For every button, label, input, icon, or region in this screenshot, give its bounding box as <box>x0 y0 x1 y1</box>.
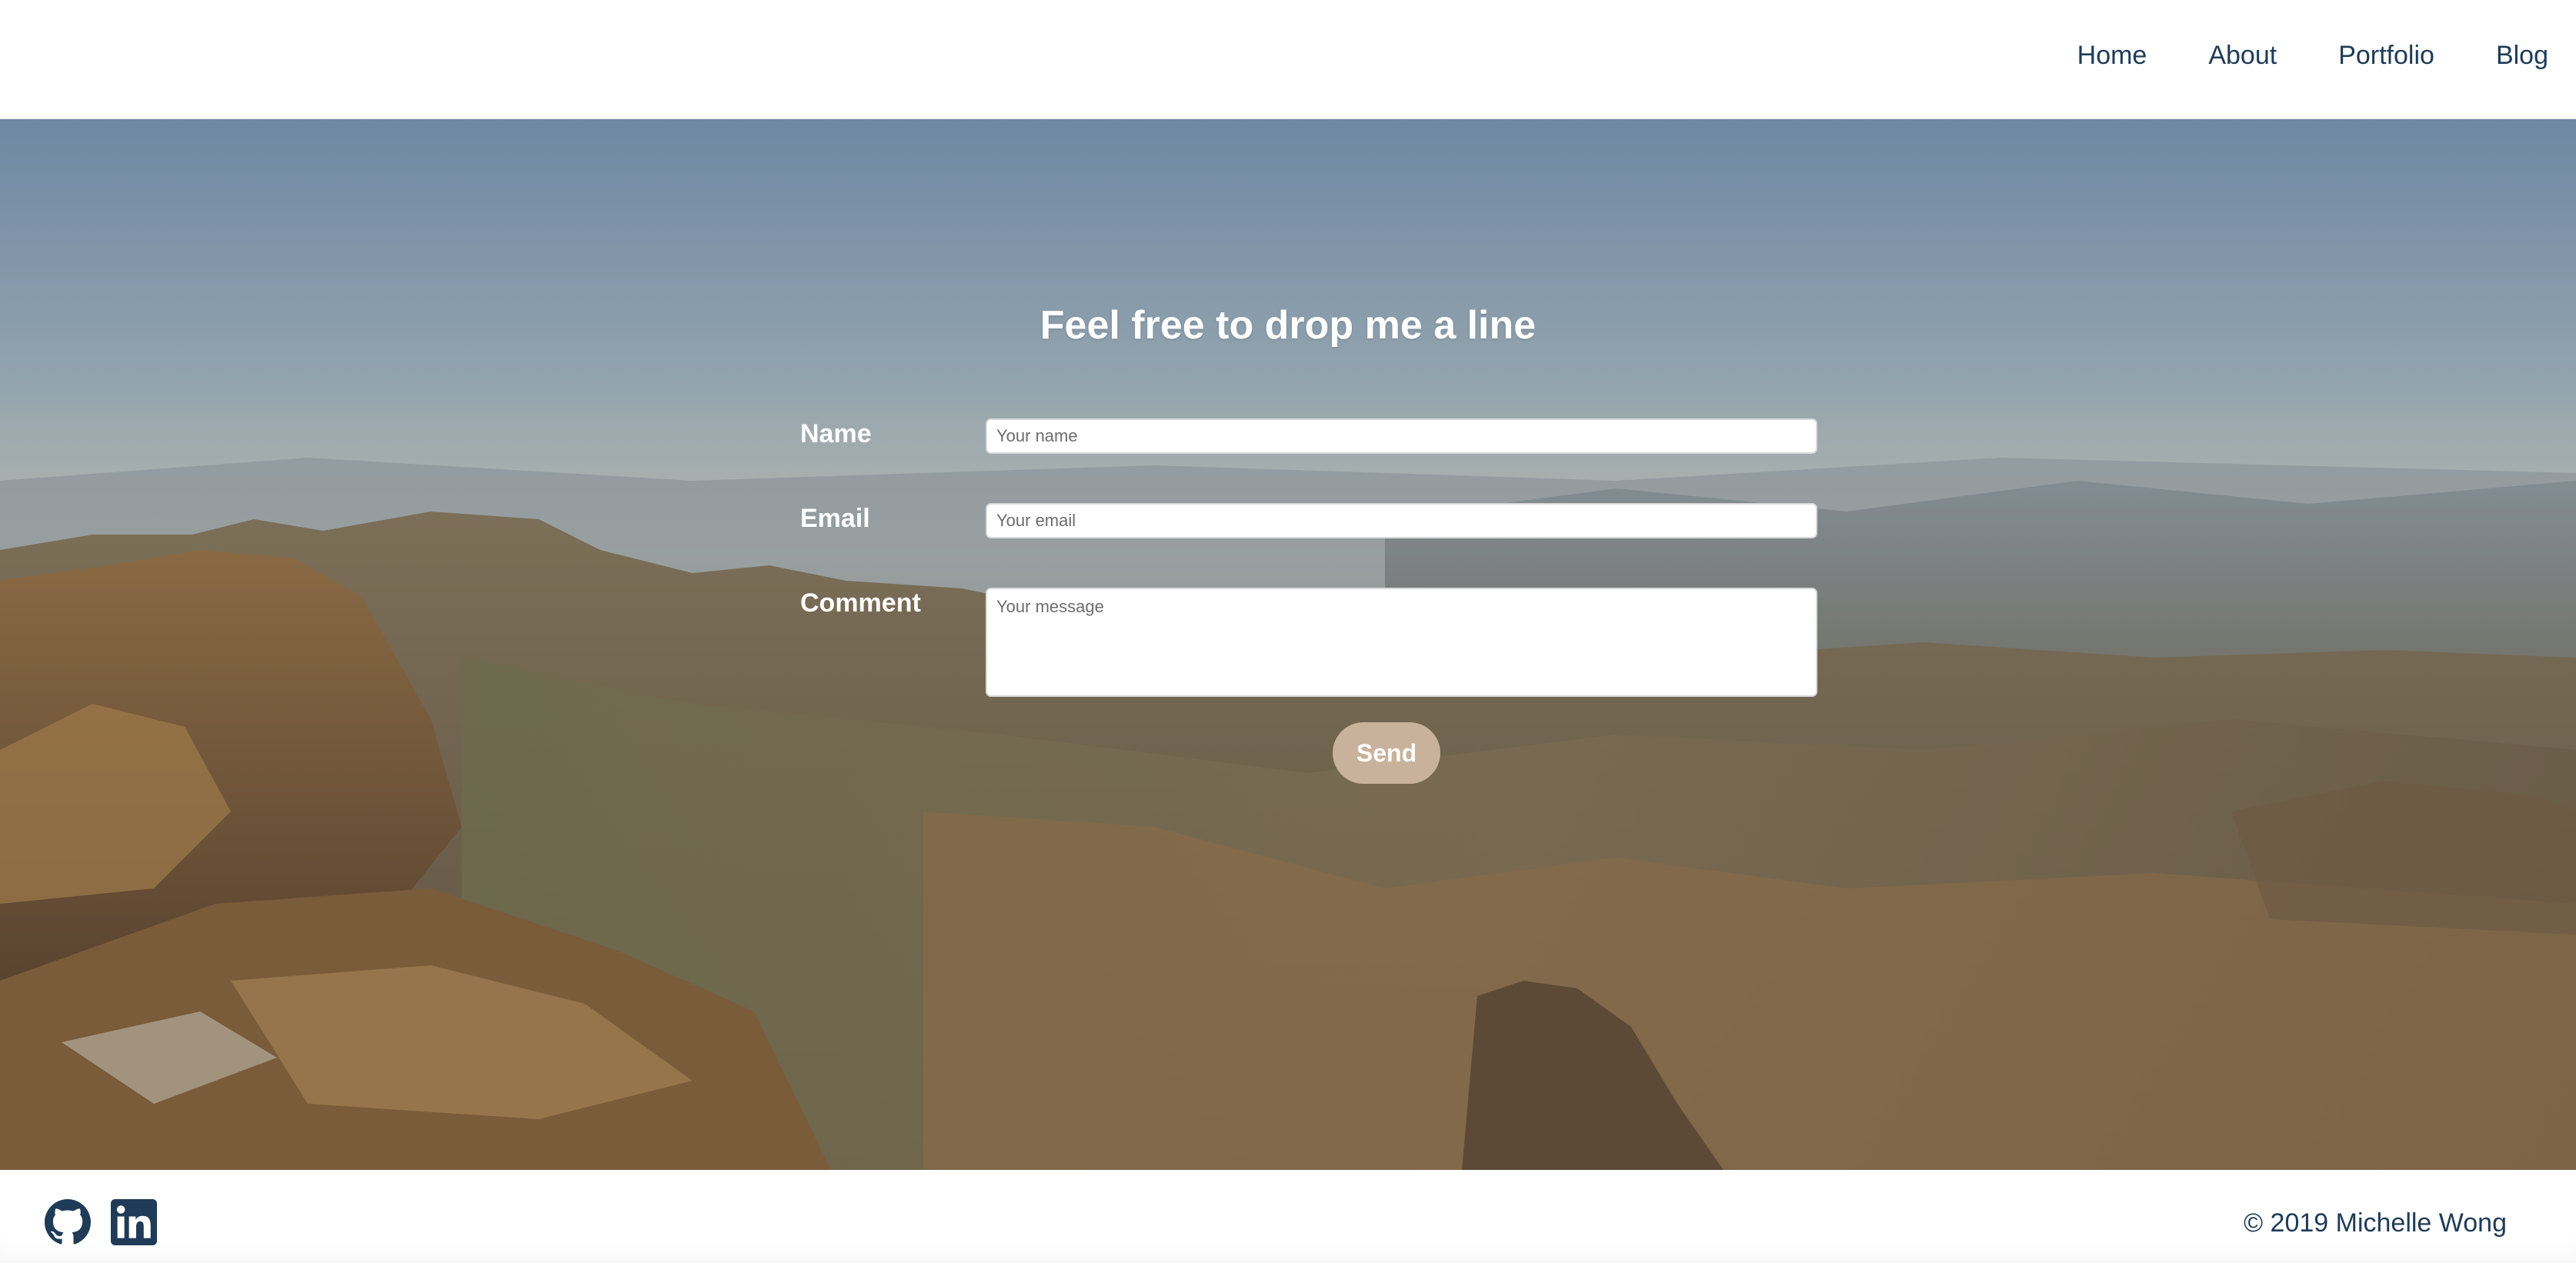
contact-hero: Feel free to drop me a line Name Email C… <box>0 119 2576 1170</box>
main-nav: Home About Portfolio Blog <box>2077 35 2548 75</box>
nav-portfolio-link[interactable]: Portfolio <box>2338 35 2434 75</box>
nav-blog-link[interactable]: Blog <box>2496 35 2548 75</box>
name-input[interactable] <box>986 418 1817 454</box>
linkedin-icon[interactable] <box>111 1199 157 1245</box>
site-header: Home About Portfolio Blog <box>0 0 2576 119</box>
send-button[interactable]: Send <box>1333 722 1440 784</box>
site-footer: © 2019 Michelle Wong <box>0 1170 2576 1263</box>
contact-heading: Feel free to drop me a line <box>1039 303 1537 348</box>
github-icon[interactable] <box>45 1199 91 1245</box>
nav-home-link[interactable]: Home <box>2077 35 2147 75</box>
email-label: Email <box>800 504 870 533</box>
nav-about-link[interactable]: About <box>2208 35 2277 75</box>
comment-textarea[interactable] <box>986 588 1817 697</box>
copyright-text: © 2019 Michelle Wong <box>2244 1208 2507 1238</box>
comment-label: Comment <box>800 588 921 618</box>
email-input[interactable] <box>986 503 1817 538</box>
contact-form: Feel free to drop me a line Name Email C… <box>0 119 2576 1170</box>
name-label: Name <box>800 419 872 448</box>
social-links <box>45 1199 157 1245</box>
